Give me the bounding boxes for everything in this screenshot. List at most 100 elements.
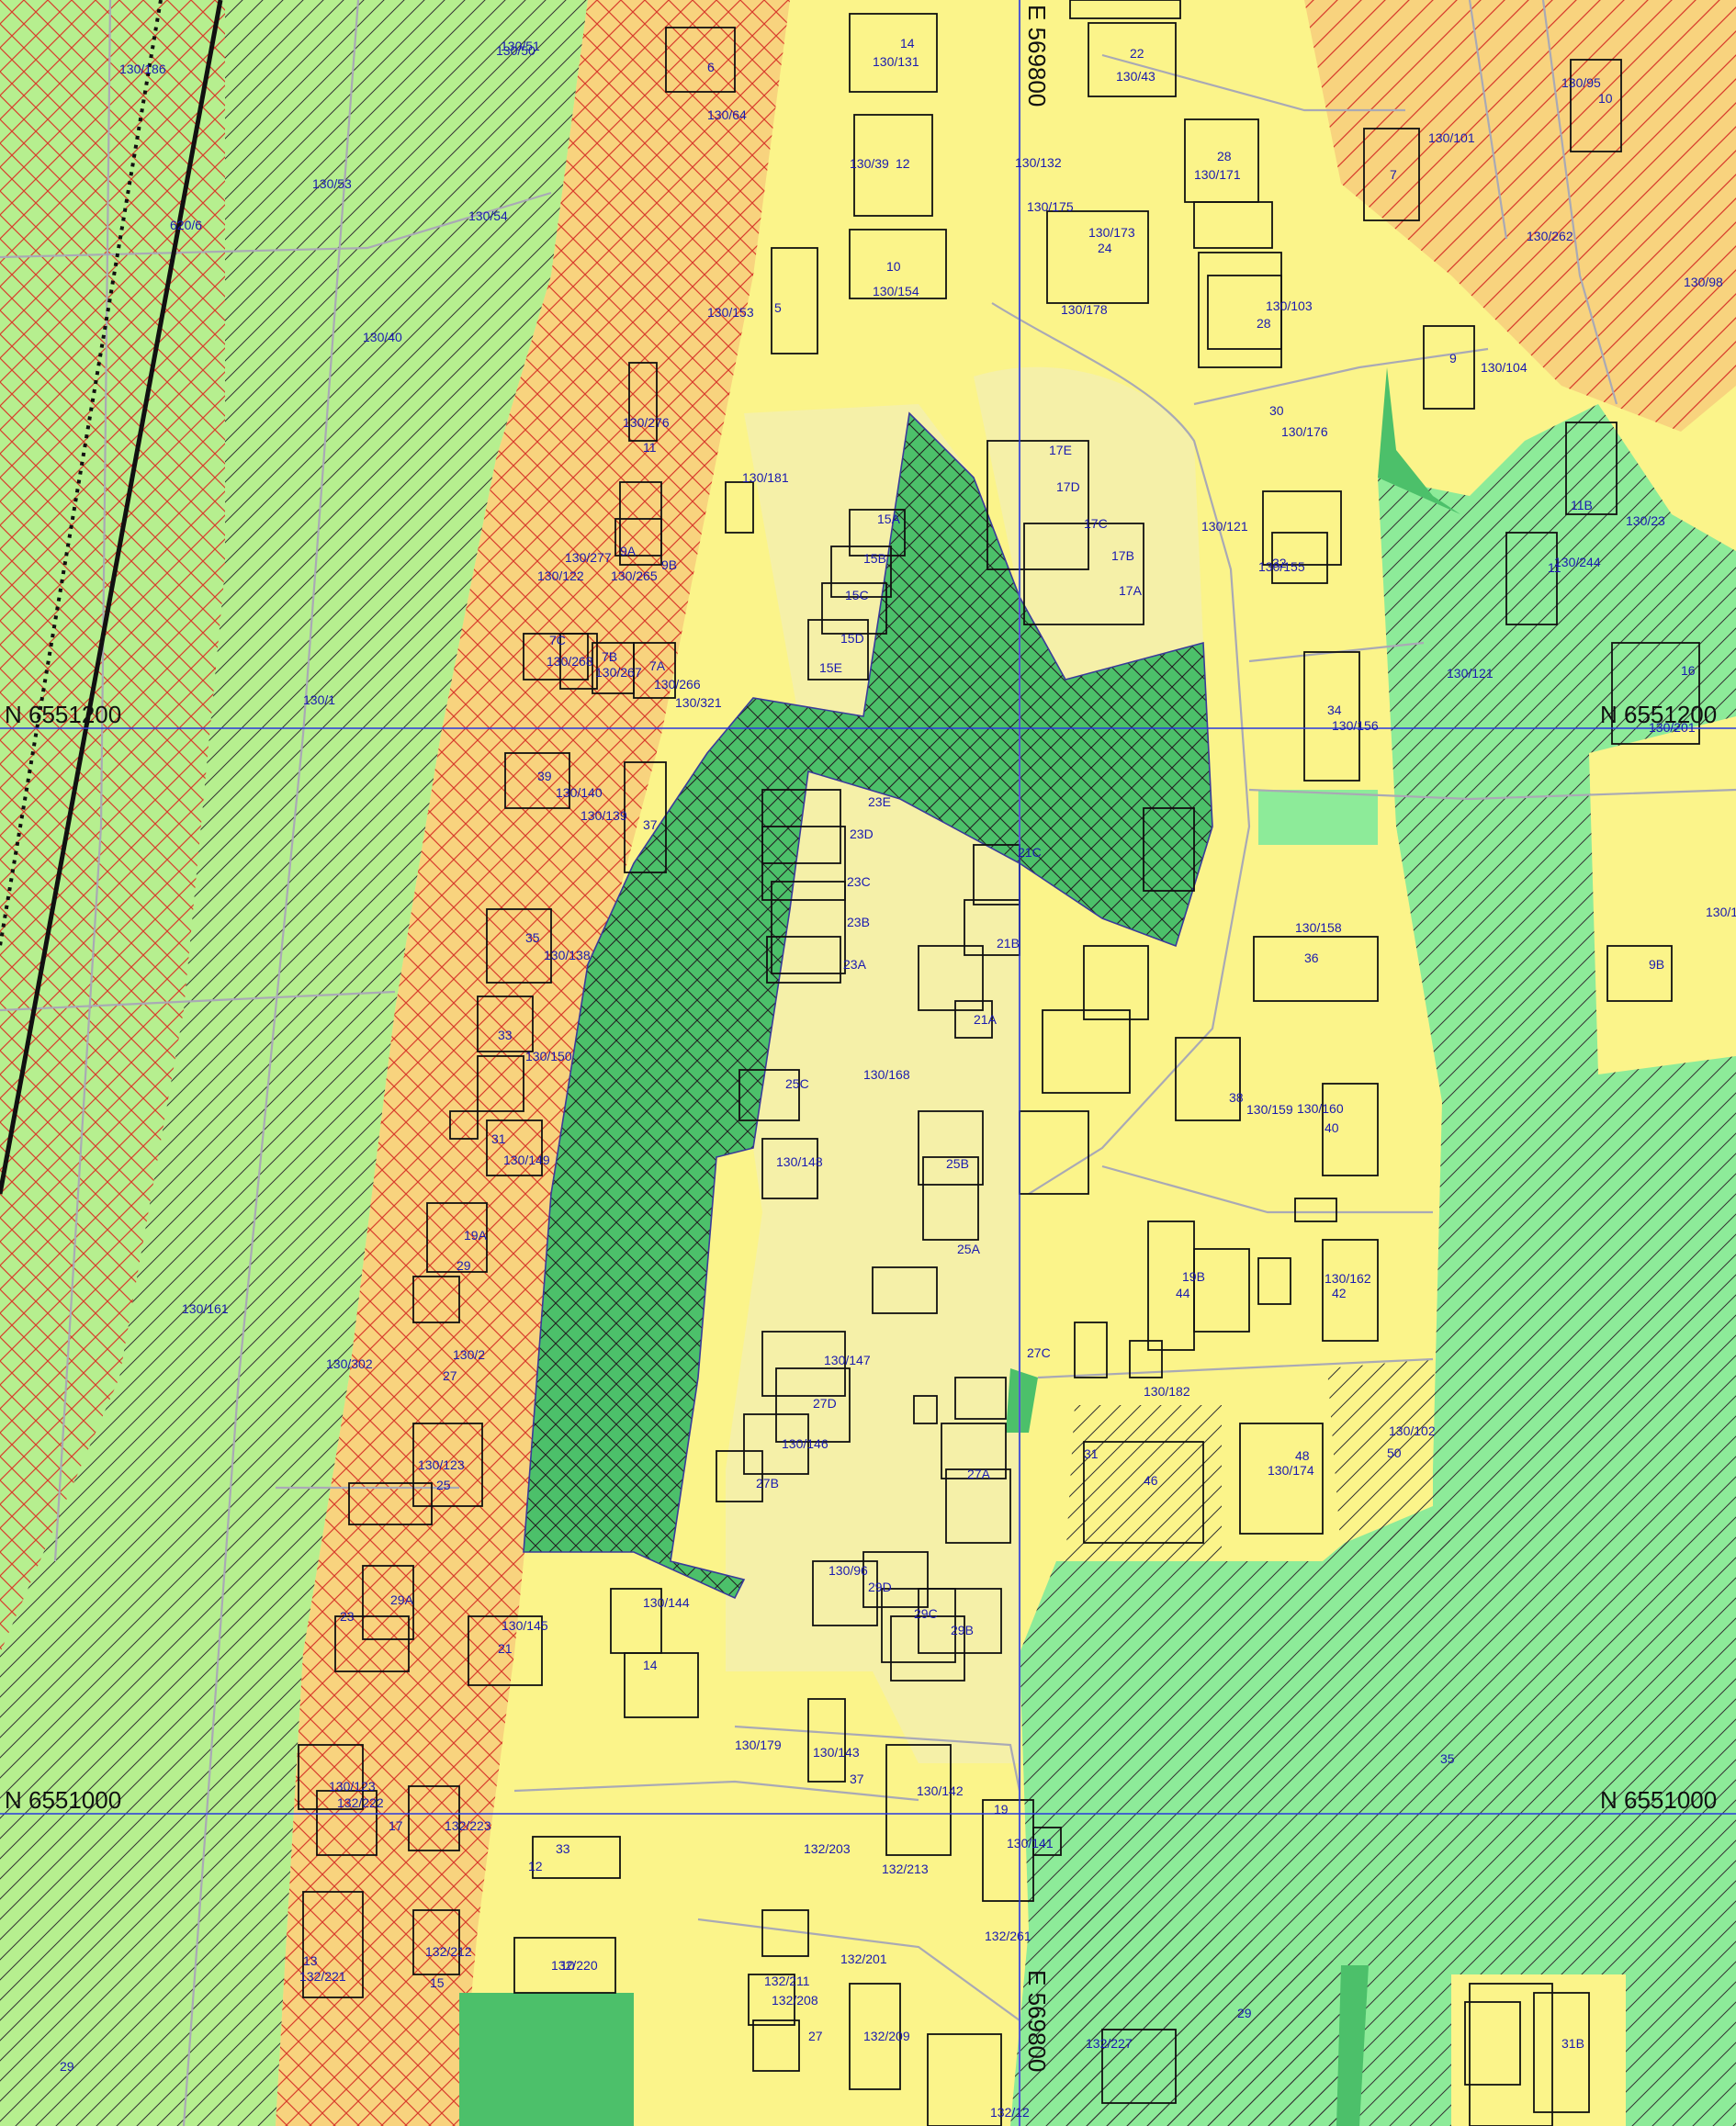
parcel-label: 22 bbox=[1130, 46, 1144, 61]
parcel-label: 16 bbox=[1681, 663, 1696, 678]
parcel-label: 130/144 bbox=[643, 1595, 690, 1610]
parcel-label: 132/209 bbox=[863, 2029, 910, 2043]
grid-label-north-upper-west: N 6551200 bbox=[5, 701, 121, 728]
parcel-label: 130/43 bbox=[1116, 69, 1155, 84]
parcel-label: 15 bbox=[430, 1975, 445, 1990]
parcel-label: 130/168 bbox=[863, 1067, 910, 1082]
parcel-label: 44 bbox=[1176, 1286, 1190, 1300]
parcel-label: 23B bbox=[847, 915, 870, 929]
parcel-label: 130/186 bbox=[119, 62, 166, 76]
parcel-label: 10 bbox=[560, 1958, 575, 1973]
parcel-label: 132/212 bbox=[425, 1944, 472, 1959]
parcel-label: 130/146 bbox=[782, 1436, 829, 1451]
parcel-label: 10 bbox=[1598, 91, 1613, 106]
parcel-label: 620/6 bbox=[170, 218, 202, 232]
parcel-label: 15D bbox=[840, 631, 864, 646]
parcel-label: 17 bbox=[389, 1818, 403, 1833]
parcel-label: 130/98 bbox=[1684, 275, 1723, 289]
parcel-label: 14 bbox=[643, 1658, 658, 1672]
parcel-label: 42 bbox=[1332, 1286, 1347, 1300]
parcel-label: 15C bbox=[845, 588, 869, 602]
parcel-label: 132/201 bbox=[840, 1952, 887, 1966]
parcel-label: 130/162 bbox=[1325, 1271, 1371, 1286]
parcel-label: 27 bbox=[808, 2029, 823, 2043]
parcel-label: 130/178 bbox=[1061, 302, 1108, 317]
parcel-label: 130/182 bbox=[1144, 1384, 1190, 1399]
parcel-label: 130/64 bbox=[707, 107, 747, 122]
parcel-label: 29C bbox=[914, 1606, 938, 1621]
parcel-label: 29 bbox=[1237, 2006, 1252, 2020]
parcel-label: 9A bbox=[620, 544, 637, 558]
parcel-label: 130/101 bbox=[1428, 130, 1475, 145]
parcel-label: 19A bbox=[464, 1228, 488, 1243]
parcel-label: 12 bbox=[528, 1859, 543, 1873]
parcel-label: 7B bbox=[602, 649, 617, 664]
parcel-label: 130/244 bbox=[1554, 555, 1601, 569]
parcel-label: 130/138 bbox=[544, 948, 591, 962]
zoning-map[interactable]: N 6551200 N 6551200 N 6551000 N 6551000 … bbox=[0, 0, 1736, 2126]
parcel-label: 25C bbox=[785, 1076, 809, 1091]
parcel-label: 9B bbox=[1649, 957, 1664, 972]
parcel-label: 132/213 bbox=[882, 1862, 929, 1876]
parcel-label: 130/51 bbox=[501, 39, 540, 53]
parcel-label: 39 bbox=[537, 769, 552, 783]
parcel-label: 33 bbox=[556, 1841, 570, 1856]
parcel-label: 15E bbox=[819, 660, 842, 675]
parcel-label: 13 bbox=[303, 1953, 318, 1968]
parcel-label: 130/276 bbox=[623, 415, 670, 430]
parcel-label: 11B bbox=[1571, 498, 1593, 512]
parcel-label: 15B bbox=[863, 551, 886, 566]
parcel-label: 130/96 bbox=[829, 1563, 868, 1578]
parcel-label: 17B bbox=[1111, 548, 1134, 563]
parcel-label: 25A bbox=[957, 1242, 981, 1256]
parcel-label: 130/171 bbox=[1194, 167, 1241, 182]
parcel-label: 29 bbox=[60, 2059, 74, 2074]
parcel-label: 23C bbox=[847, 874, 871, 889]
parcel-label: 130/53 bbox=[312, 176, 352, 191]
parcel-label: 132/211 bbox=[764, 1974, 810, 1988]
parcel-label: 37 bbox=[850, 1772, 864, 1786]
parcel-label: 14 bbox=[900, 36, 915, 51]
parcel-label: 29A bbox=[390, 1592, 414, 1607]
grid-label-east-top: E 569800 bbox=[1023, 5, 1051, 107]
parcel-label: 130/40 bbox=[363, 330, 402, 344]
parcel-label: 29 bbox=[457, 1258, 471, 1273]
parcel-label: 130/54 bbox=[468, 208, 508, 223]
parcel-label: 19B bbox=[1182, 1269, 1205, 1284]
residential-se-block bbox=[1451, 1974, 1626, 2126]
parcel-label: 130/158 bbox=[1295, 920, 1342, 935]
parcel-label: 132/203 bbox=[804, 1841, 851, 1856]
parcel-label: 25B bbox=[946, 1156, 969, 1171]
parcel-label: 24 bbox=[1098, 241, 1112, 255]
parcel-label: 23A bbox=[843, 957, 867, 972]
parcel-label: 132/222 bbox=[337, 1795, 384, 1810]
parcel-label: 132/208 bbox=[772, 1993, 818, 2008]
parcel-label: 27D bbox=[813, 1396, 837, 1411]
parcel-label: 130/266 bbox=[654, 677, 701, 692]
parcel-label: 130/201 bbox=[1649, 720, 1696, 735]
parcel-label: 130/175 bbox=[1027, 199, 1074, 214]
parcel-label: 132/227 bbox=[1086, 2036, 1133, 2051]
parcel-label: 132/221 bbox=[299, 1969, 346, 1984]
grid-label-north-lower-east: N 6551000 bbox=[1600, 1786, 1717, 1814]
parcel-label: 130/103 bbox=[1266, 298, 1313, 313]
parcel-label: 130/154 bbox=[873, 284, 919, 298]
parcel-label: 130/143 bbox=[813, 1745, 860, 1760]
grid-label-north-lower-west: N 6551000 bbox=[5, 1786, 121, 1814]
parcel-label: 50 bbox=[1387, 1445, 1402, 1460]
parcel-label: 10 bbox=[886, 259, 901, 274]
parcel-label: 130/102 bbox=[1389, 1423, 1436, 1438]
parcel-label: 130/122 bbox=[537, 568, 584, 583]
parcel-label: 21C bbox=[1018, 845, 1042, 860]
parcel-label: 130/153 bbox=[707, 305, 754, 320]
parcel-label: 11 bbox=[643, 440, 657, 455]
parcel-label: 130/159 bbox=[1246, 1102, 1293, 1117]
parcel-label: 130/107 bbox=[1706, 905, 1736, 919]
parcel-label: 130/1 bbox=[303, 692, 335, 707]
residential-east-block bbox=[1589, 716, 1736, 1074]
parcel-label: 40 bbox=[1325, 1120, 1339, 1135]
parcel-label: 130/131 bbox=[873, 54, 919, 69]
parcel-label: 130/141 bbox=[1007, 1836, 1054, 1850]
parcel-label: 23D bbox=[850, 827, 874, 841]
parcel-label: 48 bbox=[1295, 1448, 1310, 1463]
